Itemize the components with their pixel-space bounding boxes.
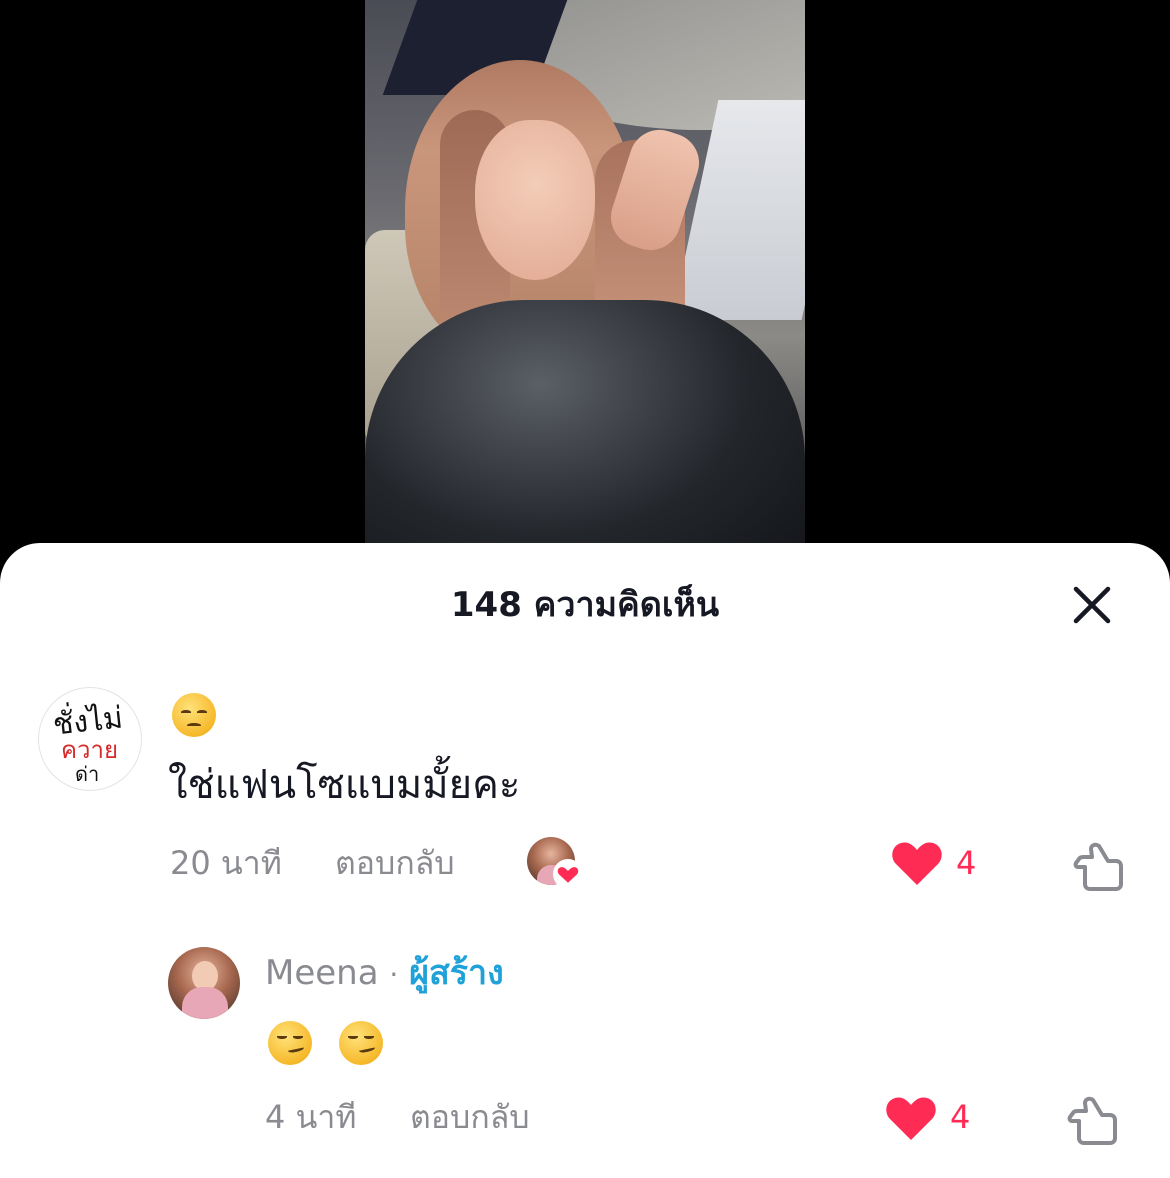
creator-tag: ผู้สร้าง (409, 953, 504, 993)
reply-author[interactable]: Meena · ผู้สร้าง (265, 949, 504, 999)
dislike-button[interactable] (1070, 835, 1126, 891)
close-icon (1073, 586, 1111, 624)
like-button[interactable] (884, 1092, 938, 1142)
close-button[interactable] (1068, 581, 1116, 629)
pensive-face-icon (172, 693, 216, 737)
avatar-text-line3: ด่า (75, 762, 100, 786)
video-frame[interactable] (365, 0, 805, 560)
app-screen: 148 ความคิดเห็น ชั่งไม่ ควาย ด่า ใช่แฟนโ… (0, 0, 1170, 1178)
comments-count-title: 148 ความคิดเห็น (450, 585, 720, 625)
heart-icon (886, 1097, 936, 1140)
commenter-avatar[interactable]: ชั่งไม่ ควาย ด่า (38, 687, 142, 791)
smirking-face-icon (338, 1021, 383, 1065)
thumbs-down-icon (1067, 1096, 1117, 1145)
car-window (671, 100, 805, 320)
comments-sheet: 148 ความคิดเห็น ชั่งไม่ ควาย ด่า ใช่แฟนโ… (0, 543, 1170, 1178)
like-count: 4 (956, 844, 977, 882)
dislike-button[interactable] (1064, 1089, 1120, 1145)
heart-icon (892, 842, 942, 885)
reply-emojis (268, 1017, 383, 1065)
like-button[interactable] (890, 837, 944, 887)
thumbs-down-icon (1073, 842, 1123, 891)
author-name: Meena (265, 953, 379, 993)
reply-button[interactable]: ตอบกลับ (335, 841, 455, 885)
author-separator: · (389, 958, 399, 991)
creator-avatar[interactable] (168, 947, 240, 1019)
heart-icon (553, 859, 583, 889)
sheet-header: 148 ความคิดเห็น (0, 581, 1170, 629)
like-count: 4 (950, 1098, 971, 1136)
reply-time: 4 นาที (265, 1098, 357, 1136)
liked-by-creator-badge (527, 837, 583, 889)
person-face (475, 120, 595, 280)
comment-time: 20 นาที (170, 844, 282, 882)
comment-text: ใช่แฟนโซแบมมั้ยคะ (168, 762, 521, 808)
leather-jacket (365, 300, 805, 560)
pensive-face-emoji (172, 689, 216, 737)
reply-button[interactable]: ตอบกลับ (410, 1095, 530, 1139)
smirking-face-icon (268, 1021, 312, 1065)
